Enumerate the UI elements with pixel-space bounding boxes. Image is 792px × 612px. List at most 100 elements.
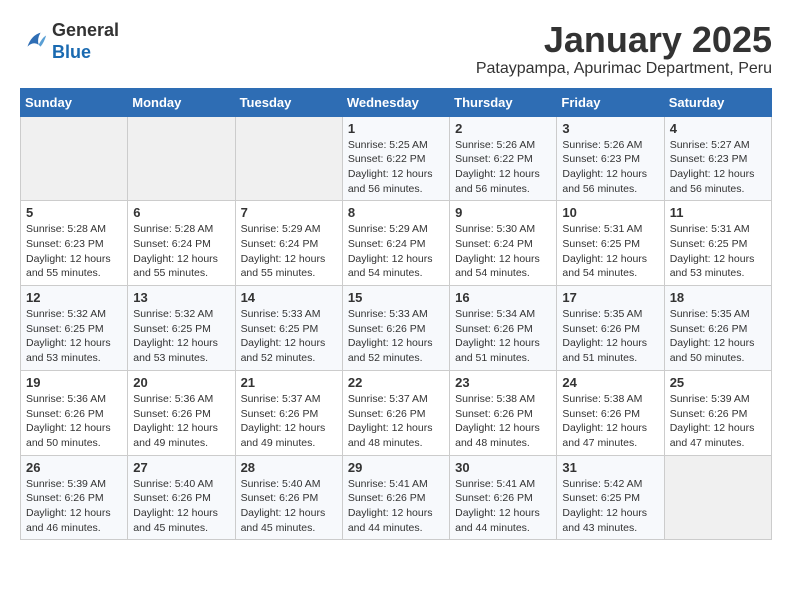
calendar-cell: 24 Sunrise: 5:38 AM Sunset: 6:26 PM Dayli… [557,370,664,455]
day-number: 15 [348,290,444,305]
calendar-cell: 9 Sunrise: 5:30 AM Sunset: 6:24 PM Daylig… [450,201,557,286]
day-number: 28 [241,460,337,475]
day-number: 14 [241,290,337,305]
calendar-cell [235,116,342,201]
calendar-cell: 13 Sunrise: 5:32 AM Sunset: 6:25 PM Dayli… [128,286,235,371]
calendar-cell: 17 Sunrise: 5:35 AM Sunset: 6:26 PM Dayli… [557,286,664,371]
day-number: 20 [133,375,229,390]
calendar-cell: 23Sunrise: 5:38 AM Sunset: 6:26 PM Dayli… [450,370,557,455]
calendar-week-row: 19 Sunrise: 5:36 AM Sunset: 6:26 PM Dayli… [21,370,772,455]
day-info: Sunrise: 5:32 AM Sunset: 6:25 PM Dayligh… [133,307,229,366]
calendar-cell: 18 Sunrise: 5:35 AM Sunset: 6:26 PM Dayli… [664,286,771,371]
day-info: Sunrise: 5:39 AM Sunset: 6:26 PM Dayligh… [26,477,122,536]
day-number: 1 [348,121,444,136]
calendar-cell: 14 Sunrise: 5:33 AM Sunset: 6:25 PM Dayli… [235,286,342,371]
day-number: 23 [455,375,551,390]
calendar-cell: 29Sunrise: 5:41 AM Sunset: 6:26 PM Dayli… [342,455,449,540]
calendar-cell: 22 Sunrise: 5:37 AM Sunset: 6:26 PM Dayli… [342,370,449,455]
day-number: 25 [670,375,766,390]
day-info: Sunrise: 5:26 AM Sunset: 6:22 PM Dayligh… [455,138,551,197]
day-info: Sunrise: 5:28 AM Sunset: 6:24 PM Dayligh… [133,222,229,281]
day-info: Sunrise: 5:37 AM Sunset: 6:26 PM Dayligh… [241,392,337,451]
location-subtitle: Pataypampa, Apurimac Department, Peru [476,60,772,78]
calendar-cell: 10 Sunrise: 5:31 AM Sunset: 6:25 PM Dayli… [557,201,664,286]
calendar-cell: 20Sunrise: 5:36 AM Sunset: 6:26 PM Dayli… [128,370,235,455]
month-title: January 2025 [476,20,772,60]
weekday-header-thursday: Thursday [450,88,557,116]
day-number: 27 [133,460,229,475]
calendar-week-row: 5 Sunrise: 5:28 AM Sunset: 6:23 PM Daylig… [21,201,772,286]
day-number: 2 [455,121,551,136]
day-number: 19 [26,375,122,390]
day-info: Sunrise: 5:36 AM Sunset: 6:26 PM Dayligh… [26,392,122,451]
weekday-header-monday: Monday [128,88,235,116]
day-number: 24 [562,375,658,390]
day-info: Sunrise: 5:37 AM Sunset: 6:26 PM Dayligh… [348,392,444,451]
calendar-cell: 6 Sunrise: 5:28 AM Sunset: 6:24 PM Daylig… [128,201,235,286]
day-number: 26 [26,460,122,475]
day-number: 10 [562,205,658,220]
calendar-week-row: 1Sunrise: 5:25 AM Sunset: 6:22 PM Daylig… [21,116,772,201]
calendar-cell: 1Sunrise: 5:25 AM Sunset: 6:22 PM Daylig… [342,116,449,201]
day-info: Sunrise: 5:33 AM Sunset: 6:25 PM Dayligh… [241,307,337,366]
calendar-cell: 25 Sunrise: 5:39 AM Sunset: 6:26 PM Dayli… [664,370,771,455]
day-number: 22 [348,375,444,390]
day-info: Sunrise: 5:35 AM Sunset: 6:26 PM Dayligh… [562,307,658,366]
day-info: Sunrise: 5:28 AM Sunset: 6:23 PM Dayligh… [26,222,122,281]
calendar-cell: 26 Sunrise: 5:39 AM Sunset: 6:26 PM Dayli… [21,455,128,540]
day-number: 31 [562,460,658,475]
calendar-cell: 31 Sunrise: 5:42 AM Sunset: 6:25 PM Dayli… [557,455,664,540]
weekday-header-row: SundayMondayTuesdayWednesdayThursdayFrid… [21,88,772,116]
calendar-cell: 2 Sunrise: 5:26 AM Sunset: 6:22 PM Daylig… [450,116,557,201]
calendar-cell: 21 Sunrise: 5:37 AM Sunset: 6:26 PM Dayli… [235,370,342,455]
calendar-cell: 27 Sunrise: 5:40 AM Sunset: 6:26 PM Dayli… [128,455,235,540]
calendar-cell: 15 Sunrise: 5:33 AM Sunset: 6:26 PM Dayli… [342,286,449,371]
weekday-header-friday: Friday [557,88,664,116]
day-info: Sunrise: 5:34 AM Sunset: 6:26 PM Dayligh… [455,307,551,366]
day-info: Sunrise: 5:42 AM Sunset: 6:25 PM Dayligh… [562,477,658,536]
calendar-cell [128,116,235,201]
calendar-week-row: 12Sunrise: 5:32 AM Sunset: 6:25 PM Dayli… [21,286,772,371]
day-info: Sunrise: 5:29 AM Sunset: 6:24 PM Dayligh… [348,222,444,281]
weekday-header-wednesday: Wednesday [342,88,449,116]
day-number: 16 [455,290,551,305]
day-info: Sunrise: 5:39 AM Sunset: 6:26 PM Dayligh… [670,392,766,451]
day-info: Sunrise: 5:31 AM Sunset: 6:25 PM Dayligh… [670,222,766,281]
calendar-week-row: 26 Sunrise: 5:39 AM Sunset: 6:26 PM Dayli… [21,455,772,540]
day-info: Sunrise: 5:29 AM Sunset: 6:24 PM Dayligh… [241,222,337,281]
title-block: January 2025 Pataypampa, Apurimac Depart… [476,20,772,78]
day-info: Sunrise: 5:41 AM Sunset: 6:26 PM Dayligh… [348,477,444,536]
calendar-cell [21,116,128,201]
calendar-table: SundayMondayTuesdayWednesdayThursdayFrid… [20,88,772,541]
calendar-cell: 28 Sunrise: 5:40 AM Sunset: 6:26 PM Dayli… [235,455,342,540]
weekday-header-sunday: Sunday [21,88,128,116]
day-number: 6 [133,205,229,220]
day-number: 5 [26,205,122,220]
calendar-cell: 4Sunrise: 5:27 AM Sunset: 6:23 PM Daylig… [664,116,771,201]
calendar-cell: 16 Sunrise: 5:34 AM Sunset: 6:26 PM Dayli… [450,286,557,371]
day-info: Sunrise: 5:32 AM Sunset: 6:25 PM Dayligh… [26,307,122,366]
day-info: Sunrise: 5:38 AM Sunset: 6:26 PM Dayligh… [562,392,658,451]
day-info: Sunrise: 5:40 AM Sunset: 6:26 PM Dayligh… [133,477,229,536]
day-number: 11 [670,205,766,220]
page-header: General Blue January 2025 Pataypampa, Ap… [20,20,772,78]
day-info: Sunrise: 5:35 AM Sunset: 6:26 PM Dayligh… [670,307,766,366]
calendar-cell: 30 Sunrise: 5:41 AM Sunset: 6:26 PM Dayli… [450,455,557,540]
weekday-header-saturday: Saturday [664,88,771,116]
day-number: 13 [133,290,229,305]
calendar-cell: 3Sunrise: 5:26 AM Sunset: 6:23 PM Daylig… [557,116,664,201]
day-number: 9 [455,205,551,220]
day-info: Sunrise: 5:26 AM Sunset: 6:23 PM Dayligh… [562,138,658,197]
day-number: 8 [348,205,444,220]
day-info: Sunrise: 5:33 AM Sunset: 6:26 PM Dayligh… [348,307,444,366]
day-number: 21 [241,375,337,390]
day-info: Sunrise: 5:40 AM Sunset: 6:26 PM Dayligh… [241,477,337,536]
day-number: 17 [562,290,658,305]
day-info: Sunrise: 5:41 AM Sunset: 6:26 PM Dayligh… [455,477,551,536]
day-info: Sunrise: 5:30 AM Sunset: 6:24 PM Dayligh… [455,222,551,281]
day-info: Sunrise: 5:31 AM Sunset: 6:25 PM Dayligh… [562,222,658,281]
day-number: 30 [455,460,551,475]
day-number: 18 [670,290,766,305]
weekday-header-tuesday: Tuesday [235,88,342,116]
day-number: 7 [241,205,337,220]
